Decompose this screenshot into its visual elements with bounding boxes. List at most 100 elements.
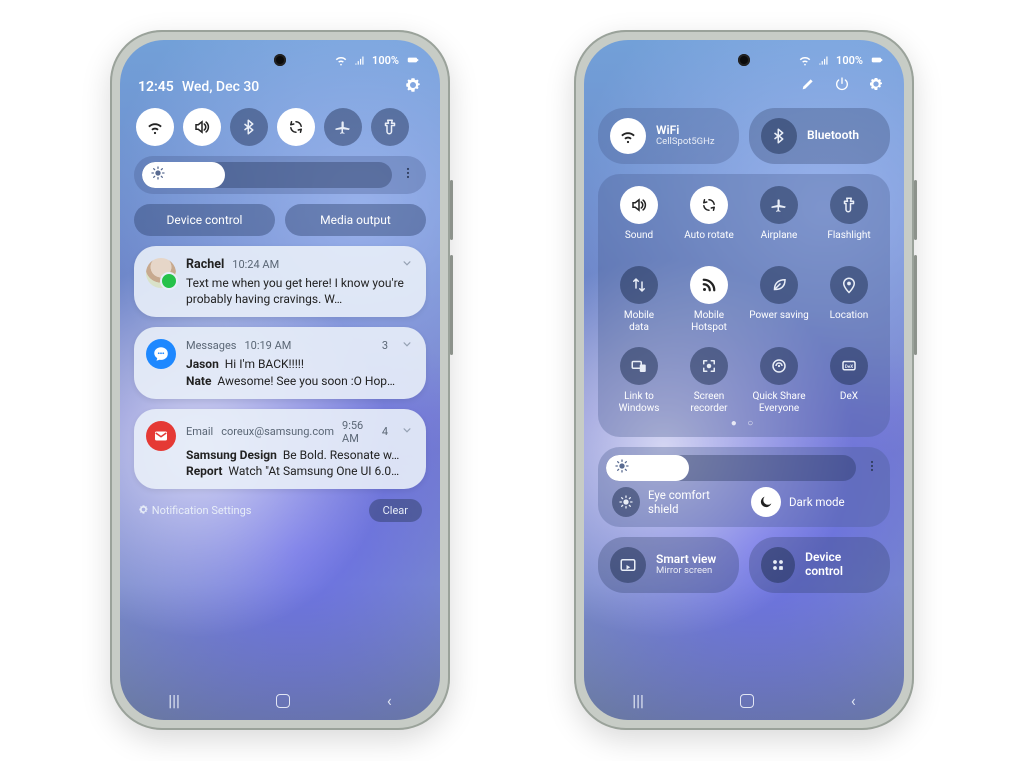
quick-settings-tile[interactable]: Flashlight — [814, 186, 884, 252]
home-button[interactable] — [276, 694, 290, 708]
quick-toggle[interactable] — [136, 108, 174, 146]
recents-button[interactable]: ||| — [632, 691, 644, 710]
back-button[interactable]: ‹ — [851, 691, 856, 710]
display-panel: Eye comfort shield Dark mode — [598, 447, 890, 527]
notification-sender: Rachel — [186, 257, 224, 272]
dex-icon — [840, 357, 858, 375]
dark-mode-icon — [751, 487, 781, 517]
bluetooth-icon — [240, 118, 258, 136]
front-camera — [738, 54, 750, 66]
chevron-down-icon[interactable] — [400, 337, 414, 354]
brightness-slider[interactable] — [134, 156, 426, 194]
tile-label: Auto rotate — [684, 230, 734, 252]
messages-app-icon — [146, 339, 176, 369]
notification-body: Text me when you get here! I know you're… — [186, 275, 414, 307]
smart-view-tile[interactable]: Smart view Mirror screen — [598, 537, 739, 593]
mobiledata-icon — [630, 276, 648, 294]
notification-card[interactable]: Email coreux@samsung.com 9:56 AM 4 Samsu… — [134, 409, 426, 489]
quick-settings-tile[interactable]: Sound — [604, 186, 674, 252]
quick-settings-tile[interactable]: Location — [814, 266, 884, 333]
clear-notifications-button[interactable]: Clear — [369, 499, 422, 522]
notification-count: 4 — [382, 425, 388, 438]
contact-avatar — [146, 258, 176, 288]
tile-label: Screenrecorder — [690, 391, 727, 414]
brightness-slider[interactable] — [606, 455, 856, 481]
settings-button[interactable] — [404, 76, 422, 98]
settings-button[interactable] — [868, 76, 884, 96]
battery-icon — [868, 53, 886, 67]
notification-app: Messages — [186, 339, 236, 352]
quick-settings-tile[interactable]: Mobiledata — [604, 266, 674, 333]
wifi-status-icon — [334, 53, 348, 67]
quick-settings-tile[interactable]: Quick ShareEveryone — [744, 347, 814, 414]
quick-settings-tile[interactable]: DeX — [814, 347, 884, 414]
media-output-button[interactable]: Media output — [285, 204, 426, 236]
chevron-down-icon[interactable] — [400, 256, 414, 273]
quick-toggle[interactable] — [324, 108, 362, 146]
dark-mode-toggle[interactable]: Dark mode — [751, 487, 876, 517]
recents-button[interactable]: ||| — [168, 691, 180, 710]
notification-time: 10:24 AM — [232, 258, 279, 271]
device-control-tile[interactable]: Device control — [749, 537, 890, 593]
email-app-icon — [146, 421, 176, 451]
brightness-icon — [614, 458, 630, 478]
notification-card[interactable]: Rachel 10:24 AM Text me when you get her… — [134, 246, 426, 317]
notification-card[interactable]: Messages 10:19 AM 3 Jason Hi I'm BACK!!!… — [134, 327, 426, 398]
datetime-header: 12:45 Wed, Dec 30 — [138, 79, 259, 95]
quick-toggle[interactable] — [371, 108, 409, 146]
tile-label: MobileHotspot — [691, 310, 727, 333]
edit-button[interactable] — [800, 76, 816, 96]
tile-label: DeX — [840, 391, 858, 413]
quick-settings-grid: Sound Auto rotate Airplane Flashlight Mobile… — [598, 174, 890, 437]
clock-time: 12:45 — [138, 79, 174, 95]
battery-percent: 100% — [372, 54, 399, 67]
quick-settings-tile[interactable]: Screenrecorder — [674, 347, 744, 414]
quick-settings-tile[interactable]: Link toWindows — [604, 347, 674, 414]
tile-label: Power saving — [749, 310, 809, 332]
eye-comfort-toggle[interactable]: Eye comfort shield — [612, 487, 737, 517]
quick-settings-tile[interactable]: Airplane — [744, 186, 814, 252]
brightness-more-icon[interactable] — [864, 458, 880, 478]
tile-label: Mobiledata — [624, 310, 654, 333]
power-button[interactable] — [834, 76, 850, 96]
eye-comfort-icon — [612, 487, 640, 517]
android-navbar: ||| ‹ — [584, 691, 904, 710]
sound-icon — [193, 118, 211, 136]
quickshare-icon — [770, 357, 788, 375]
quick-toggle[interactable] — [183, 108, 221, 146]
tile-label: Airplane — [761, 230, 798, 252]
brightness-more-icon[interactable] — [400, 165, 416, 185]
quick-toggle[interactable] — [230, 108, 268, 146]
phone-notification-panel: 100% 12:45 Wed, Dec 30 Device con — [110, 30, 450, 730]
page-indicator: ● ○ — [604, 418, 884, 429]
quick-toggle[interactable] — [277, 108, 315, 146]
quick-settings-tile[interactable]: Power saving — [744, 266, 814, 333]
airplane-icon — [770, 196, 788, 214]
wifi-icon — [146, 118, 164, 136]
flashlight-icon — [840, 196, 858, 214]
tile-label: Link toWindows — [619, 391, 660, 414]
wifi-tile[interactable]: WiFi CellSpot5GHz — [598, 108, 739, 164]
notification-settings-link[interactable]: Notification Settings — [138, 504, 251, 517]
tile-label: Quick ShareEveryone — [752, 391, 805, 414]
flashlight-icon — [381, 118, 399, 136]
quick-settings-tile[interactable]: Auto rotate — [674, 186, 744, 252]
battery-percent: 100% — [836, 54, 863, 67]
device-control-button[interactable]: Device control — [134, 204, 275, 236]
location-icon — [840, 276, 858, 294]
phone-quick-settings: 100% WiFi CellSpot5GHz Bluet — [574, 30, 914, 730]
hotspot-icon — [700, 276, 718, 294]
bluetooth-tile[interactable]: Bluetooth — [749, 108, 890, 164]
cast-icon — [610, 547, 646, 583]
quick-settings-tile[interactable]: MobileHotspot — [674, 266, 744, 333]
bluetooth-icon — [761, 118, 797, 154]
powersave-icon — [770, 276, 788, 294]
signal-status-icon — [817, 53, 831, 67]
link-icon — [630, 357, 648, 375]
chevron-down-icon[interactable] — [400, 423, 414, 440]
home-button[interactable] — [740, 694, 754, 708]
airplane-icon — [334, 118, 352, 136]
brightness-icon — [150, 165, 166, 185]
back-button[interactable]: ‹ — [387, 691, 392, 710]
rotate-icon — [700, 196, 718, 214]
